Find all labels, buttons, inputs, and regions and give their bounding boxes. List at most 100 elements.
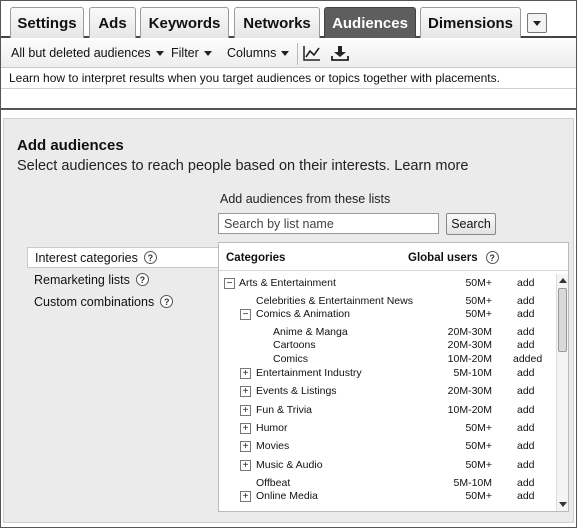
nav-label: Remarketing lists bbox=[34, 272, 130, 287]
section-divider bbox=[1, 108, 576, 110]
added-status: added bbox=[513, 353, 543, 365]
add-link[interactable]: add bbox=[517, 440, 535, 452]
category-label: Music & Audio bbox=[256, 459, 323, 471]
tab-settings[interactable]: Settings bbox=[10, 7, 84, 38]
category-label: Anime & Manga bbox=[273, 326, 348, 338]
table-row: + Entertainment Industry 5M-10M add bbox=[219, 366, 554, 382]
tab-networks[interactable]: Networks bbox=[234, 7, 320, 38]
tab-ads[interactable]: Ads bbox=[89, 7, 136, 38]
global-users-value: 20M-30M bbox=[447, 385, 492, 397]
tab-audiences[interactable]: Audiences bbox=[324, 7, 416, 38]
view-filter-label: All but deleted audiences bbox=[11, 46, 151, 60]
chevron-down-icon bbox=[281, 50, 290, 56]
nav-remarketing-lists[interactable]: Remarketing lists ? bbox=[27, 269, 219, 290]
table-row: + Movies 50M+ add bbox=[219, 439, 554, 455]
category-label: Fun & Trivia bbox=[256, 404, 313, 416]
global-users-value: 50M+ bbox=[465, 459, 492, 471]
table-scrollbar[interactable] bbox=[556, 274, 568, 511]
help-icon[interactable]: ? bbox=[135, 273, 149, 286]
categories-table: Categories Global users ? − Arts & Entert… bbox=[218, 242, 569, 512]
add-link[interactable]: add bbox=[517, 404, 535, 416]
column-header-label: Global users bbox=[408, 251, 478, 264]
category-label: Offbeat bbox=[256, 477, 291, 489]
columns-dropdown[interactable]: Columns bbox=[227, 46, 290, 60]
collapse-icon[interactable]: − bbox=[240, 309, 251, 320]
add-link[interactable]: add bbox=[517, 339, 535, 351]
add-link[interactable]: add bbox=[517, 277, 535, 289]
view-filter-dropdown[interactable]: All but deleted audiences bbox=[11, 46, 164, 60]
add-link[interactable]: add bbox=[517, 367, 535, 379]
category-label: Celebrities & Entertainment News bbox=[256, 295, 413, 307]
columns-label: Columns bbox=[227, 46, 277, 60]
column-header-global-users: Global users ? bbox=[408, 251, 499, 264]
help-icon[interactable]: ? bbox=[143, 251, 157, 264]
category-label: Arts & Entertainment bbox=[239, 277, 336, 289]
category-label: Events & Listings bbox=[256, 385, 337, 397]
add-link[interactable]: add bbox=[517, 385, 535, 397]
download-icon[interactable] bbox=[331, 45, 349, 61]
category-label: Online Media bbox=[256, 490, 318, 502]
category-label: Movies bbox=[256, 440, 290, 452]
expand-icon[interactable]: + bbox=[240, 441, 251, 452]
add-link[interactable]: add bbox=[517, 422, 535, 434]
table-row: + Events & Listings 20M-30M add bbox=[219, 384, 554, 400]
tab-keywords[interactable]: Keywords bbox=[140, 7, 229, 38]
nav-custom-combinations[interactable]: Custom combinations ? bbox=[27, 291, 219, 312]
add-audiences-title: Add audiences bbox=[17, 137, 124, 154]
global-users-value: 5M-10M bbox=[453, 477, 492, 489]
search-button[interactable]: Search bbox=[446, 213, 496, 235]
global-users-value: 20M-30M bbox=[447, 326, 492, 338]
expand-icon[interactable]: + bbox=[240, 405, 251, 416]
add-link[interactable]: add bbox=[517, 490, 535, 502]
add-link[interactable]: add bbox=[517, 477, 535, 489]
line-chart-icon[interactable] bbox=[303, 45, 321, 61]
global-users-value: 20M-30M bbox=[447, 339, 492, 351]
expand-icon[interactable]: + bbox=[240, 386, 251, 397]
more-tabs-button[interactable] bbox=[527, 13, 547, 33]
category-label: Comics bbox=[273, 353, 309, 365]
global-users-value: 50M+ bbox=[465, 295, 492, 307]
search-input[interactable] bbox=[218, 213, 439, 234]
help-icon[interactable]: ? bbox=[485, 251, 499, 264]
add-link[interactable]: add bbox=[517, 295, 535, 307]
toolbar: All but deleted audiences Filter Columns bbox=[1, 40, 576, 68]
category-label: Comics & Animation bbox=[256, 308, 350, 320]
table-row: + Humor 50M+ add bbox=[219, 421, 554, 437]
add-link[interactable]: add bbox=[517, 308, 535, 320]
learn-more-link[interactable]: Learn more bbox=[394, 158, 468, 174]
filter-dropdown[interactable]: Filter bbox=[171, 46, 212, 60]
subtitle-text: Select audiences to reach people based o… bbox=[17, 158, 391, 174]
global-users-value: 10M-20M bbox=[447, 353, 492, 365]
scroll-thumb[interactable] bbox=[558, 288, 567, 352]
tab-bar: Settings Ads Keywords Networks Audiences… bbox=[1, 1, 576, 38]
global-users-value: 50M+ bbox=[465, 422, 492, 434]
add-audiences-subtitle: Select audiences to reach people based o… bbox=[17, 158, 468, 174]
help-icon[interactable]: ? bbox=[160, 295, 174, 308]
global-users-value: 50M+ bbox=[465, 490, 492, 502]
global-users-value: 10M-20M bbox=[447, 404, 492, 416]
audience-type-nav: Interest categories ? Remarketing lists … bbox=[27, 247, 219, 313]
nav-label: Custom combinations bbox=[34, 294, 155, 309]
scroll-down-icon[interactable] bbox=[559, 502, 567, 507]
table-row: + Online Media 50M+ add bbox=[219, 489, 554, 505]
add-link[interactable]: add bbox=[517, 459, 535, 471]
chevron-down-icon bbox=[155, 50, 164, 56]
nav-interest-categories[interactable]: Interest categories ? bbox=[27, 247, 219, 268]
collapse-icon[interactable]: − bbox=[224, 278, 235, 289]
table-row: + Fun & Trivia 10M-20M add bbox=[219, 403, 554, 419]
category-label: Entertainment Industry bbox=[256, 367, 362, 379]
add-link[interactable]: add bbox=[517, 326, 535, 338]
nav-label: Interest categories bbox=[35, 250, 138, 265]
expand-icon[interactable]: + bbox=[240, 460, 251, 471]
expand-icon[interactable]: + bbox=[240, 368, 251, 379]
tab-dimensions[interactable]: Dimensions bbox=[420, 7, 521, 38]
expand-icon[interactable]: + bbox=[240, 423, 251, 434]
table-header: Categories Global users ? bbox=[219, 243, 568, 271]
table-row: − Arts & Entertainment 50M+ add bbox=[219, 276, 554, 292]
filter-label: Filter bbox=[171, 46, 199, 60]
category-label: Cartoons bbox=[273, 339, 316, 351]
expand-icon[interactable]: + bbox=[240, 491, 251, 502]
global-users-value: 50M+ bbox=[465, 308, 492, 320]
chevron-down-icon bbox=[533, 20, 541, 26]
scroll-up-icon[interactable] bbox=[559, 278, 567, 283]
